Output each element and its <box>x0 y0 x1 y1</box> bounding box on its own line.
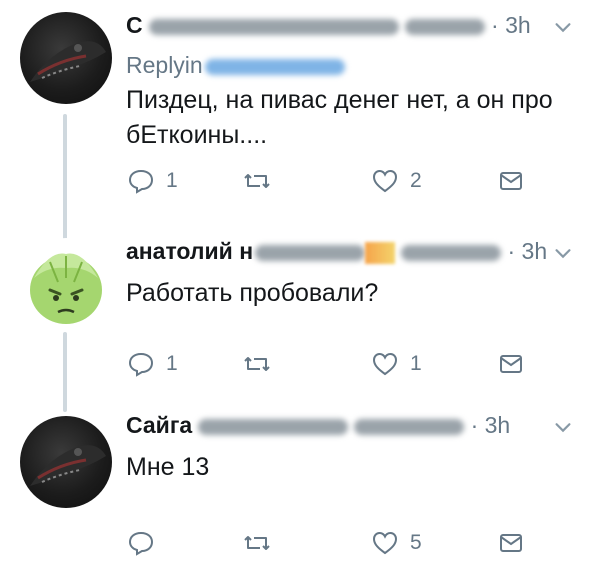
reply-count: 1 <box>166 352 178 375</box>
chevron-down-icon[interactable] <box>552 242 574 264</box>
blurred-handle <box>401 244 502 261</box>
retweet-icon <box>244 357 270 371</box>
retweet-button[interactable] <box>244 527 282 559</box>
retweet-button[interactable] <box>244 165 282 197</box>
reply-button[interactable] <box>128 527 166 559</box>
avatar[interactable] <box>20 12 112 104</box>
retweet-icon <box>244 536 270 550</box>
retweet-button[interactable] <box>244 348 282 380</box>
like-count: 5 <box>410 531 422 554</box>
dm-button[interactable] <box>498 165 524 197</box>
dm-icon <box>500 355 522 373</box>
reply-icon <box>128 352 154 377</box>
like-button[interactable]: 1 <box>372 348 422 380</box>
timestamp[interactable]: · 3h <box>471 412 511 438</box>
like-icon <box>372 169 398 193</box>
blurred-handle <box>404 18 485 35</box>
replying-label: Replyin <box>126 52 203 78</box>
blurred-name <box>198 418 349 435</box>
reply-icon <box>128 531 154 556</box>
reply-count: 1 <box>166 169 178 192</box>
tweet-text: Пиздец, на пивас денег нет, а он про бЕт… <box>126 86 553 149</box>
like-icon <box>372 531 398 555</box>
timestamp[interactable]: · 3h <box>507 238 547 264</box>
blurred-handle <box>354 418 465 435</box>
avatar[interactable] <box>20 416 112 508</box>
dm-button[interactable] <box>498 348 524 380</box>
dm-button[interactable] <box>498 527 524 559</box>
retweet-icon <box>244 174 270 188</box>
like-count: 1 <box>410 352 422 375</box>
like-button[interactable]: 2 <box>372 165 422 197</box>
chevron-down-icon[interactable] <box>552 16 574 38</box>
thread-line <box>63 332 67 412</box>
tweet-text: Мне 13 <box>126 453 210 481</box>
dm-icon <box>500 172 522 190</box>
display-name[interactable]: С <box>126 12 143 38</box>
chevron-down-icon[interactable] <box>552 416 574 438</box>
blurred-name <box>148 18 399 35</box>
display-name[interactable]: анатолий н <box>126 238 253 264</box>
like-count: 2 <box>410 169 422 192</box>
blurred-replying-handle <box>204 58 345 75</box>
avatar[interactable] <box>20 238 112 330</box>
reply-icon <box>128 169 154 194</box>
dm-icon <box>500 534 522 552</box>
tweet-text: Работать пробовали? <box>126 279 379 307</box>
like-button[interactable]: 5 <box>372 527 422 559</box>
reply-button[interactable]: 1 <box>128 348 178 380</box>
emoji-icon <box>365 241 396 264</box>
like-icon <box>372 352 398 376</box>
display-name[interactable]: Сайга <box>126 412 192 438</box>
timestamp[interactable]: · 3h <box>491 12 531 38</box>
thread-line <box>63 114 67 242</box>
blurred-name <box>255 244 366 261</box>
reply-button[interactable]: 1 <box>128 165 178 197</box>
